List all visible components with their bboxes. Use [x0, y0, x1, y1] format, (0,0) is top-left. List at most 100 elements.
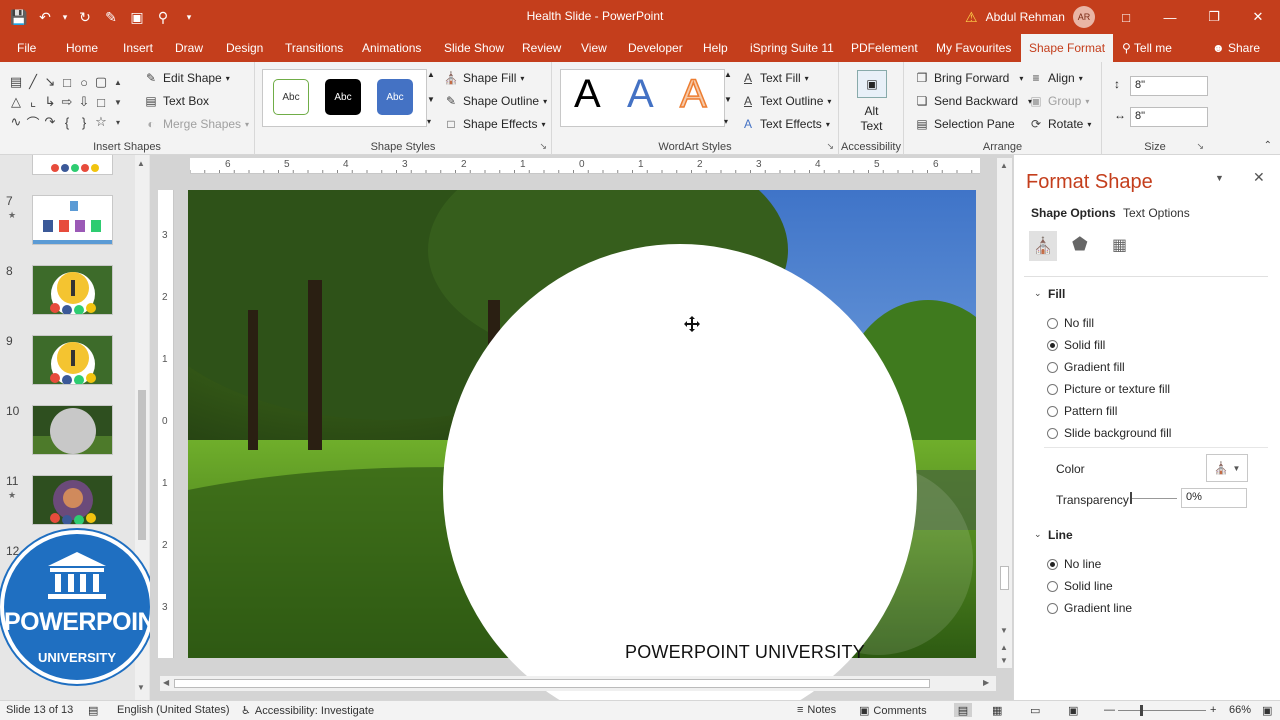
radio-button[interactable] — [1047, 427, 1058, 439]
tell-me[interactable]: ⚲ Tell me — [1122, 34, 1172, 62]
collapse-line-icon[interactable]: ⌄ — [1034, 529, 1042, 540]
style-gallery-down[interactable]: ▼ — [427, 95, 435, 104]
fit-slide-icon[interactable]: ▣ — [1262, 704, 1272, 717]
brace-right-icon[interactable]: } — [76, 112, 92, 132]
tab-pdfelement[interactable]: PDFelement — [851, 34, 918, 62]
right-arrow-shape-icon[interactable]: ⇨ — [59, 92, 75, 112]
close-pane-icon[interactable]: ✕ — [1253, 169, 1265, 186]
shape-style-outline[interactable]: Abc — [273, 79, 309, 115]
spellcheck-icon[interactable]: ▤ — [88, 704, 98, 717]
brace-left-icon[interactable]: { — [59, 112, 75, 132]
align-button[interactable]: ≡ Align ▾ — [1028, 70, 1082, 86]
zoom-level[interactable]: 66% — [1229, 704, 1251, 716]
size-properties-icon[interactable]: ▦ — [1112, 235, 1127, 255]
star-shape-icon[interactable]: ☆ — [93, 112, 109, 132]
arrow-line-shape-icon[interactable]: ↘ — [42, 72, 58, 92]
line-shape-icon[interactable]: ╱ — [25, 72, 41, 92]
text-box-shape-icon[interactable]: ▤ — [8, 72, 24, 92]
fill-line-icon[interactable]: ⛪ — [1029, 231, 1057, 261]
thumbnail-slide-8[interactable] — [32, 265, 113, 315]
scroll-up-icon[interactable]: ▲ — [137, 159, 145, 168]
collapse-ribbon-icon[interactable]: ⌃ — [1264, 140, 1272, 151]
tab-text-options[interactable]: Text Options — [1123, 206, 1190, 220]
collapse-fill-icon[interactable]: ⌄ — [1034, 288, 1042, 299]
scroll-thumb[interactable] — [1000, 566, 1009, 590]
wordart-style-black[interactable]: A — [574, 72, 601, 117]
shape-effects-button[interactable]: □ Shape Effects ▾ — [443, 116, 545, 132]
scroll-thumb[interactable] — [174, 679, 930, 688]
oval-shape-icon[interactable]: ○ — [76, 72, 92, 92]
maximize-icon[interactable]: ❐ — [1192, 0, 1236, 34]
tab-view[interactable]: View — [581, 34, 607, 62]
text-effects-button[interactable]: A Text Effects ▾ — [740, 116, 830, 132]
tab-draw[interactable]: Draw — [175, 34, 203, 62]
radio-button[interactable] — [1047, 361, 1058, 373]
rounded-rect-shape-icon[interactable]: ▢ — [93, 72, 109, 92]
radio-button[interactable] — [1047, 405, 1058, 417]
slide-horizontal-scrollbar[interactable]: ◀ ▶ — [160, 676, 996, 691]
language-indicator[interactable]: English (United States) — [117, 704, 230, 716]
color-picker-button[interactable]: ⛪ ▼ — [1206, 454, 1248, 482]
comments-button[interactable]: ▣ Comments — [859, 704, 927, 718]
alt-text-button[interactable]: Alt Text — [839, 104, 904, 134]
avatar[interactable]: AR — [1072, 6, 1095, 28]
edit-shape-button[interactable]: ✎ Edit Shape ▾ — [143, 70, 230, 86]
shape-style-black[interactable]: Abc — [325, 79, 361, 115]
text-fill-button[interactable]: A Text Fill ▾ — [740, 70, 809, 86]
dialog-launcher-icon[interactable]: ↘ — [826, 141, 834, 152]
scroll-up-icon[interactable]: ▲ — [1000, 161, 1008, 170]
previous-slide-icon[interactable]: ▲ — [1000, 643, 1008, 652]
radio-button[interactable] — [1047, 317, 1058, 329]
rotate-button[interactable]: ⟳ Rotate ▾ — [1028, 116, 1091, 132]
tab-transitions[interactable]: Transitions — [285, 34, 343, 62]
curved-arrow-icon[interactable]: ↷ — [42, 112, 58, 132]
elbow-connector-icon[interactable]: ⌞ — [25, 92, 41, 112]
tab-help[interactable]: Help — [703, 34, 728, 62]
down-arrow-shape-icon[interactable]: ⇩ — [76, 92, 92, 112]
radio-gradient-fill[interactable]: Gradient fill — [1047, 360, 1125, 374]
notes-button[interactable]: ≡ Notes — [797, 704, 836, 716]
tab-design[interactable]: Design — [226, 34, 263, 62]
rectangle-shape-icon[interactable]: □ — [59, 72, 75, 92]
shape-outline-button[interactable]: ✎ Shape Outline ▾ — [443, 93, 547, 109]
zoom-out-icon[interactable]: — — [1104, 704, 1115, 716]
tab-slide-show[interactable]: Slide Show — [444, 34, 504, 62]
transparency-slider-thumb[interactable] — [1130, 492, 1132, 504]
slide-counter[interactable]: Slide 13 of 13 — [6, 704, 73, 716]
dialog-launcher-icon[interactable]: ↘ — [1196, 141, 1204, 152]
reading-view-icon[interactable]: ▭ — [1030, 704, 1040, 717]
gallery-more-icon[interactable]: ▾ — [110, 112, 126, 132]
thumbnail-slide-7[interactable] — [32, 195, 113, 245]
radio-solid-fill[interactable]: Solid fill — [1047, 338, 1105, 352]
elbow-arrow-icon[interactable]: ↳ — [42, 92, 58, 112]
radio-pattern-fill[interactable]: Pattern fill — [1047, 404, 1117, 418]
triangle-shape-icon[interactable]: △ — [8, 92, 24, 112]
fill-section-header[interactable]: Fill — [1048, 287, 1065, 301]
tab-review[interactable]: Review — [522, 34, 561, 62]
wordart-style-orange[interactable]: A — [679, 71, 707, 117]
radio-button[interactable] — [1047, 558, 1058, 570]
callout-shape-icon[interactable]: □ — [93, 92, 109, 112]
style-gallery-more[interactable]: ▾ — [427, 117, 431, 126]
zoom-in-icon[interactable]: + — [1210, 704, 1216, 716]
tab-home[interactable]: Home — [66, 34, 98, 62]
scroll-down-icon[interactable]: ▼ — [1000, 626, 1008, 635]
thumbnail-slide-11[interactable] — [32, 475, 113, 525]
ribbon-display-icon[interactable]: □ — [1104, 0, 1148, 34]
accessibility-status[interactable]: ♿ Accessibility: Investigate — [241, 704, 374, 718]
account-area[interactable]: ⚠ Abdul Rehman AR — [965, 0, 1095, 34]
dialog-launcher-icon[interactable]: ↘ — [539, 141, 547, 152]
pane-options-chevron-icon[interactable]: ▼ — [1215, 173, 1224, 183]
wordart-gallery-up[interactable]: ▲ — [724, 70, 732, 79]
slide-vertical-scrollbar[interactable]: ▲ ▼ ▲ ▼ — [997, 158, 1012, 668]
alt-text-icon[interactable]: ▣ — [857, 70, 887, 98]
slide-caption-text[interactable]: POWERPOINT UNIVERSITY — [625, 642, 865, 663]
scroll-right-icon[interactable]: ▶ — [983, 678, 989, 687]
radio-slide-background-fill[interactable]: Slide background fill — [1047, 426, 1171, 440]
zoom-slider-track[interactable] — [1118, 710, 1206, 711]
tab-insert[interactable]: Insert — [123, 34, 153, 62]
minimize-icon[interactable]: — — [1148, 0, 1192, 34]
shape-width-input[interactable]: 8" — [1130, 107, 1208, 127]
gallery-scroll-up-icon[interactable]: ▲ — [110, 72, 126, 92]
thumbnail-slide-10[interactable] — [32, 405, 113, 455]
